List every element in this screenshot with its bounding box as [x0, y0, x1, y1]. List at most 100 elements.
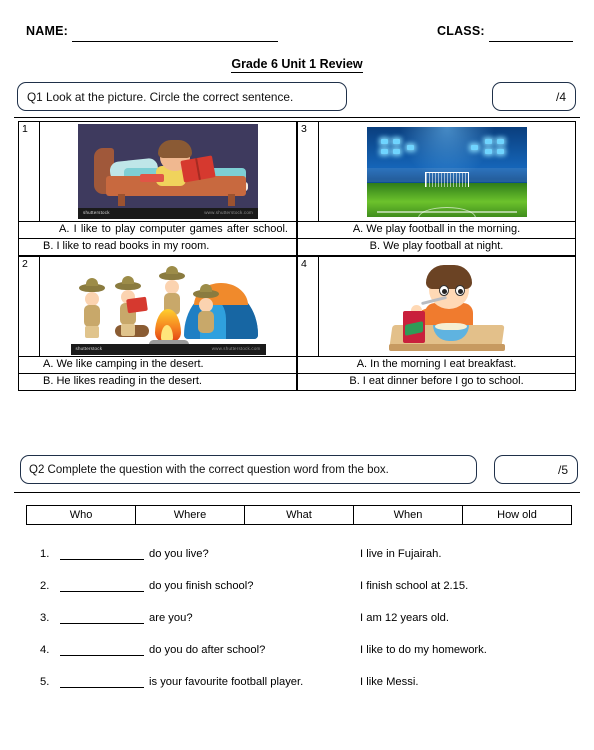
children-camping-with-tent-image: shutterstock www.shutterstock.com: [40, 256, 297, 357]
football-stadium-at-night-image: [319, 121, 576, 222]
word-option-who[interactable]: Who: [27, 506, 136, 524]
q2-row-1-answer-blank[interactable]: [60, 548, 144, 560]
q1-item-4-option-a[interactable]: A. In the morning I eat breakfast.: [297, 357, 576, 374]
q2-row-4-number: 4.: [40, 644, 50, 656]
q2-row-4: 4. do you do after school? I like to do …: [40, 644, 580, 676]
floodlight: [485, 148, 492, 154]
scout-head: [84, 292, 99, 306]
scout-book: [125, 296, 148, 314]
floodlight: [393, 138, 400, 144]
q2-row-2-number: 2.: [40, 580, 50, 592]
q2-row-2-text: do you finish school?: [149, 580, 254, 592]
q1-item-3: 3: [297, 121, 576, 222]
q1-score-box[interactable]: /4: [492, 82, 576, 111]
q2-row-3: 3. are you? I am 12 years old.: [40, 612, 580, 644]
q1-column-right: 3 A. We play football in the morning. B.…: [297, 121, 576, 391]
q2-row-3-answer-blank[interactable]: [60, 612, 144, 624]
name-write-line[interactable]: [72, 41, 278, 42]
q2-row-2-response: I finish school at 2.15.: [360, 580, 469, 592]
q1-item-1: 1 shutterstock www.shutterstock.com: [18, 121, 297, 222]
q1-prompt-text: Q1 Look at the picture. Circle the corre…: [27, 89, 294, 104]
q2-row-1-number: 1.: [40, 548, 50, 560]
word-option-where[interactable]: Where: [136, 506, 245, 524]
boy-eating-breakfast-image: [319, 256, 576, 357]
floodlight: [407, 144, 414, 150]
scout-hat: [158, 266, 185, 280]
q2-row-2: 2. do you finish school? I finish school…: [40, 580, 580, 612]
q2-row-3-response: I am 12 years old.: [360, 612, 449, 624]
q1-item-4-option-b[interactable]: B. I eat dinner before I go to school.: [297, 374, 576, 391]
floodlight: [381, 138, 388, 144]
q2-score-text: /5: [557, 462, 568, 477]
q2-row-5-response: I like Messi.: [360, 676, 419, 688]
q2-score-box[interactable]: /5: [494, 455, 578, 484]
divider-above-table: [14, 117, 580, 118]
watermark-bar: shutterstock www.shutterstock.com: [78, 208, 258, 219]
child-hair: [158, 140, 192, 158]
watermark-left-text: shutterstock: [75, 346, 103, 351]
item-number: 2: [18, 256, 40, 357]
q2-prompt-box: Q2 Complete the question with the correc…: [20, 455, 477, 484]
goal-net: [424, 171, 470, 187]
floodlight: [485, 138, 492, 144]
q2-row-3-number: 3.: [40, 612, 50, 624]
q2-row-5: 5. is your favourite football player. I …: [40, 676, 580, 708]
q2-row-5-answer-blank[interactable]: [60, 676, 144, 688]
breakfast-illustration: [387, 258, 507, 355]
page-title: Grade 6 Unit 1 Review: [0, 57, 594, 73]
bowl-milk: [435, 322, 467, 330]
scout-hat: [78, 278, 105, 292]
class-write-line[interactable]: [489, 41, 573, 42]
bed-illustration: shutterstock www.shutterstock.com: [78, 124, 258, 219]
table-edge: [389, 343, 505, 351]
word-option-when[interactable]: When: [354, 506, 463, 524]
second-book: [140, 174, 164, 182]
q2-row-4-response: I like to do my homework.: [360, 644, 487, 656]
watermark-bar: shutterstock www.shutterstock.com: [70, 344, 266, 355]
bed-leg-left: [118, 194, 125, 206]
floodlight: [393, 148, 400, 154]
word-option-what[interactable]: What: [245, 506, 354, 524]
class-label: CLASS:: [437, 24, 485, 38]
q2-row-4-text: do you do after school?: [149, 644, 266, 656]
q1-item-3-option-b[interactable]: B. We play football at night.: [297, 239, 576, 256]
q2-row-1-response: I live in Fujairah.: [360, 548, 442, 560]
q2-row-5-number: 5.: [40, 676, 50, 688]
scout-head: [164, 280, 179, 294]
scout-hat: [192, 284, 219, 298]
q2-row-1: 1. do you live? I live in Fujairah.: [40, 548, 580, 580]
scout-hat: [114, 276, 141, 290]
q1-score-text: /4: [555, 89, 566, 104]
boy-eye-left: [439, 284, 449, 296]
scout-body: [83, 305, 100, 327]
floodlight: [497, 148, 504, 154]
word-option-how-old[interactable]: How old: [463, 506, 571, 524]
cereal-box: [403, 310, 425, 343]
q2-row-2-answer-blank[interactable]: [60, 580, 144, 592]
camping-illustration: shutterstock www.shutterstock.com: [70, 258, 266, 355]
floodlight: [381, 148, 388, 154]
floodlight: [471, 144, 478, 150]
scout-body: [197, 311, 214, 333]
q2-question-list: 1. do you live? I live in Fujairah. 2. d…: [40, 548, 580, 708]
q1-item-1-option-b[interactable]: B. I like to read books in my room.: [18, 239, 297, 256]
q1-column-left: 1 shutterstock www.shutterstock.com A. I…: [18, 121, 297, 391]
q1-item-2-option-b[interactable]: B. He likes reading in the desert.: [18, 374, 297, 391]
q1-item-3-option-a[interactable]: A. We play football in the morning.: [297, 222, 576, 239]
q1-prompt-box: Q1 Look at the picture. Circle the corre…: [17, 82, 347, 111]
q2-row-1-text: do you live?: [149, 548, 209, 560]
name-label: NAME:: [26, 24, 68, 38]
scout-legs: [84, 326, 99, 338]
stadium-illustration: [367, 126, 527, 217]
divider-above-word-box: [14, 492, 580, 493]
q1-item-2-option-a[interactable]: A. We like camping in the desert.: [18, 357, 297, 374]
watermark-left-text: shutterstock: [83, 210, 110, 215]
q2-row-4-answer-blank[interactable]: [60, 644, 144, 656]
question-word-box: Who Where What When How old: [26, 505, 572, 525]
student-info-row: NAME: CLASS:: [0, 24, 594, 46]
q1-item-2: 2 shutterstock www.shutterstock.com: [18, 256, 297, 357]
scout-legs: [120, 324, 135, 336]
q1-item-1-option-a[interactable]: A. I like to play computer games after s…: [18, 222, 297, 239]
q2-row-5-text: is your favourite football player.: [149, 676, 304, 688]
scout-head: [198, 298, 213, 312]
